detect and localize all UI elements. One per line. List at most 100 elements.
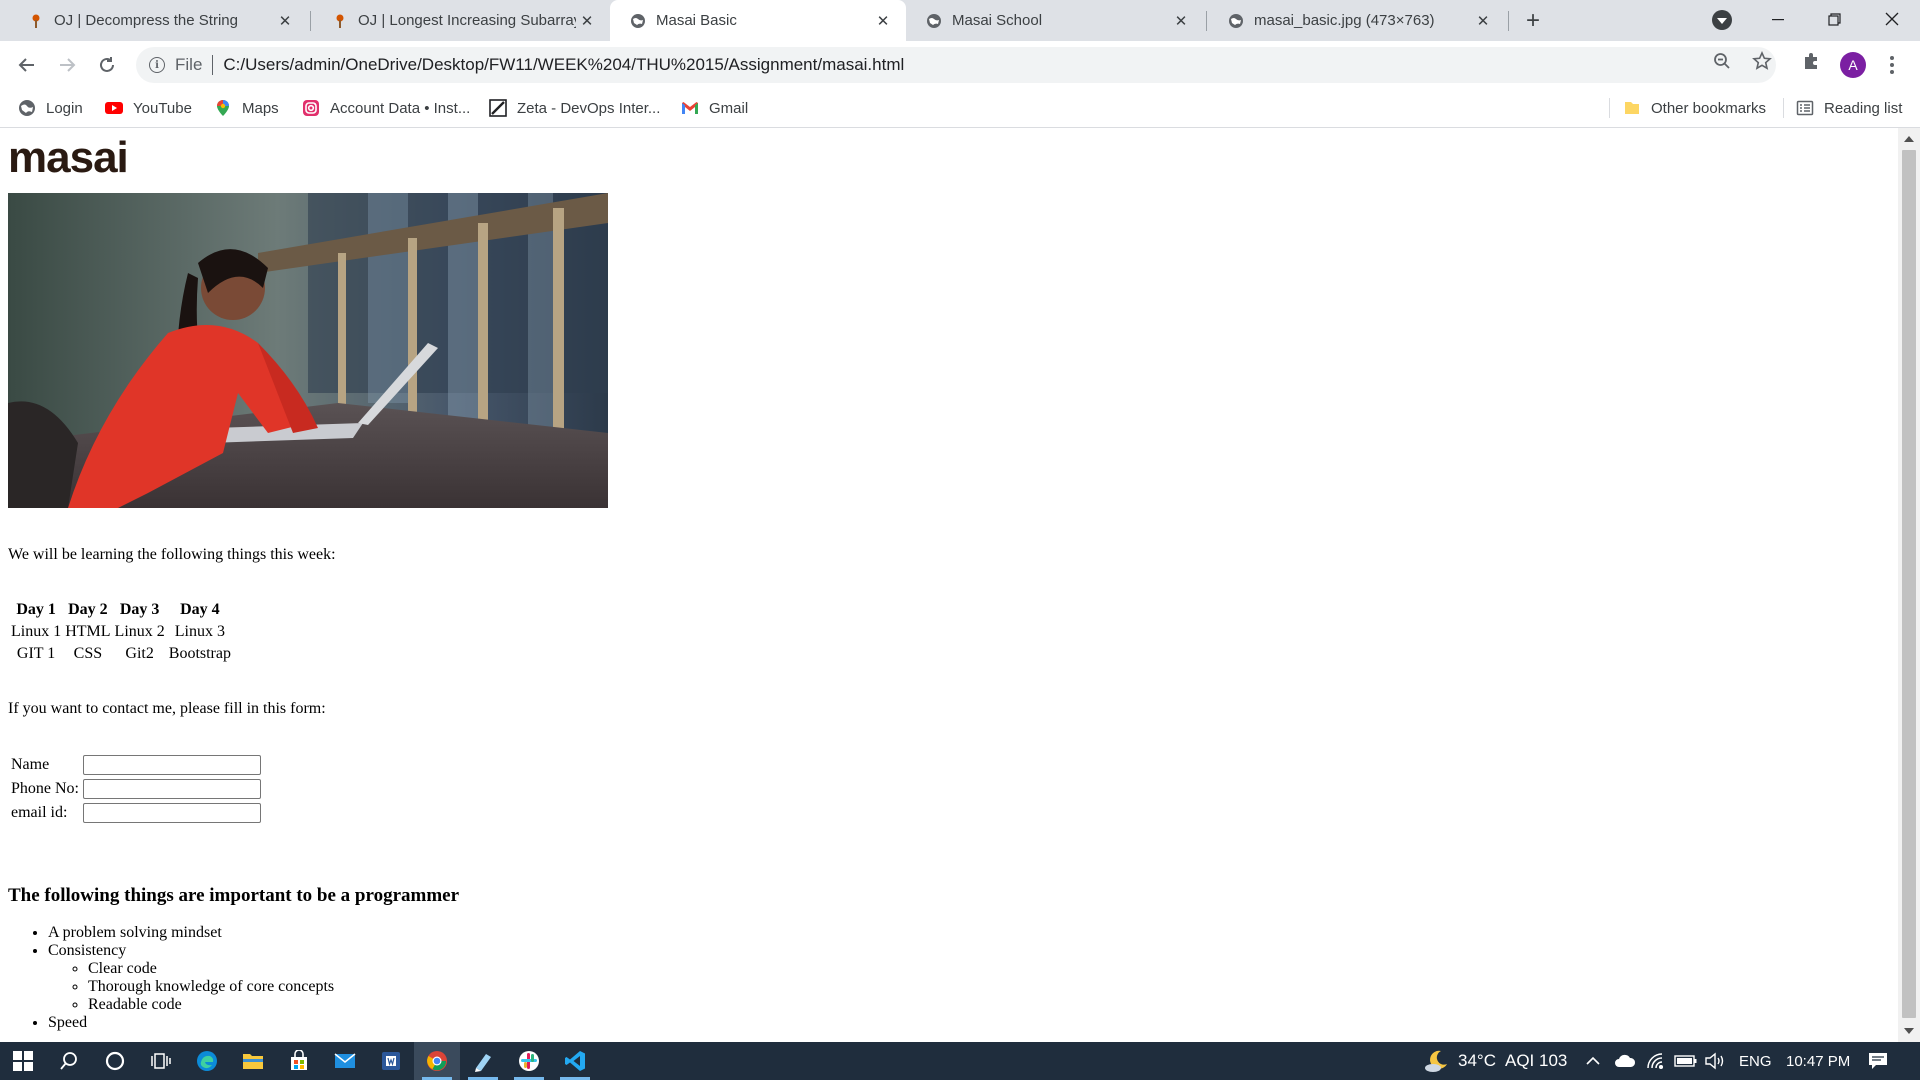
nested-list-item: Thorough knowledge of core concepts (88, 978, 334, 996)
tab-masai-basic[interactable]: Masai Basic ✕ (610, 0, 906, 41)
url-text[interactable]: C:/Users/admin/OneDrive/Desktop/FW11/WEE… (223, 55, 904, 75)
back-arrow-icon[interactable] (11, 49, 43, 81)
bookmarks-separator (1609, 98, 1610, 118)
bookmark-star-icon[interactable] (1751, 50, 1773, 72)
gmail-icon (682, 102, 698, 114)
bookmark-youtube[interactable]: YouTube (105, 97, 192, 119)
mail-icon[interactable] (322, 1042, 368, 1080)
tab-masai-basic-jpg[interactable]: masai_basic.jpg (473×763) ✕ (1208, 0, 1506, 41)
chrome-taskbar-icon[interactable] (414, 1042, 460, 1080)
weather-widget[interactable]: 34°C AQI 103 (1424, 1042, 1567, 1080)
tab-title: OJ | Longest Increasing Subarray (358, 12, 576, 29)
menu-kebab-icon[interactable] (1882, 51, 1902, 79)
task-view-icon[interactable] (138, 1042, 184, 1080)
tab-title: masai_basic.jpg (473×763) (1254, 12, 1435, 29)
vertical-scrollbar[interactable] (1898, 128, 1920, 1042)
bookmark-zeta-devops[interactable]: Zeta - DevOps Inter... (489, 97, 660, 119)
tab-decompress-string[interactable]: OJ | Decompress the String ✕ (8, 0, 308, 41)
reload-icon[interactable] (91, 49, 123, 81)
nested-list-item: Readable code (88, 996, 334, 1014)
cortana-icon[interactable] (92, 1042, 138, 1080)
list-item: A problem solving mindset (48, 924, 334, 942)
tab-masai-school[interactable]: Masai School ✕ (906, 0, 1204, 41)
folder-icon (1625, 102, 1639, 114)
close-window-icon[interactable] (1864, 0, 1920, 38)
scrollbar-thumb[interactable] (1902, 150, 1916, 1018)
name-label: Name (11, 756, 50, 773)
profile-avatar[interactable]: A (1840, 52, 1866, 78)
youtube-icon (105, 102, 123, 114)
page-viewport: masai We will be learning the following … (0, 128, 1898, 1042)
onedrive-cloud-icon[interactable] (1614, 1042, 1636, 1080)
table-cell: Git2 (125, 645, 154, 662)
file-explorer-icon[interactable] (230, 1042, 276, 1080)
vscode-icon[interactable] (552, 1042, 598, 1080)
table-cell: CSS (73, 645, 103, 662)
forward-arrow-icon[interactable] (51, 49, 83, 81)
scroll-down-arrow-icon[interactable] (1904, 1028, 1914, 1034)
word-editor-icon[interactable] (368, 1042, 414, 1080)
extensions-puzzle-icon[interactable] (1800, 50, 1822, 72)
bookmark-maps[interactable]: Maps (214, 97, 279, 119)
aqi-text: AQI 103 (1504, 1051, 1568, 1070)
show-hidden-icons-chevron-icon[interactable] (1586, 1042, 1600, 1080)
table-header-cell: Day 3 (119, 601, 160, 618)
other-bookmarks-folder[interactable]: Other bookmarks (1623, 97, 1766, 119)
list-item: Consistency Clear code Thorough knowledg… (48, 942, 334, 1014)
name-input[interactable] (83, 755, 261, 775)
tab-close-icon[interactable]: ✕ (274, 10, 296, 32)
address-bar[interactable]: i File C:/Users/admin/OneDrive/Desktop/F… (136, 47, 1776, 83)
minimize-icon[interactable] (1750, 0, 1806, 38)
battery-icon[interactable] (1674, 1042, 1698, 1080)
tab-close-icon[interactable]: ✕ (576, 10, 598, 32)
email-input[interactable] (83, 803, 261, 823)
bookmark-gmail[interactable]: Gmail (681, 97, 748, 119)
notifications-icon[interactable] (1868, 1042, 1888, 1080)
new-tab-plus-icon[interactable]: + (1520, 7, 1546, 34)
clock-time[interactable]: 10:47 PM (1786, 1042, 1850, 1080)
microsoft-store-icon[interactable] (276, 1042, 322, 1080)
slack-icon[interactable] (506, 1042, 552, 1080)
bookmark-login[interactable]: Login (18, 97, 83, 119)
globe-favicon-icon (1229, 13, 1243, 28)
maps-pin-icon (217, 100, 229, 116)
bookmark-label: YouTube (133, 99, 192, 117)
tab-separator (310, 11, 311, 31)
nested-list: Clear code Thorough knowledge of core co… (48, 960, 334, 1014)
reading-list-label: Reading list (1824, 99, 1903, 117)
volume-icon[interactable] (1704, 1042, 1726, 1080)
bookmark-account-data-instagram[interactable]: Account Data • Inst... (302, 97, 470, 119)
table-cell: Linux 2 (114, 623, 165, 640)
notepad-icon[interactable] (460, 1042, 506, 1080)
table-row: GIT 1 CSS Git2 Bootstrap (10, 644, 232, 664)
table-cell: Linux 3 (174, 623, 225, 640)
pin-favicon-icon (32, 14, 40, 28)
windows-start-icon[interactable] (0, 1042, 46, 1080)
phone-input[interactable] (83, 779, 261, 799)
wifi-icon[interactable] (1646, 1042, 1666, 1080)
table-header-cell: Day 4 (180, 601, 220, 618)
table-header-cell: Day 2 (68, 601, 108, 618)
tab-separator (1206, 11, 1207, 31)
scroll-up-arrow-icon[interactable] (1904, 136, 1914, 142)
restore-icon[interactable] (1806, 0, 1862, 38)
table-cell: Linux 1 (11, 623, 62, 640)
tab-close-icon[interactable]: ✕ (872, 10, 894, 32)
zoom-magnifier-icon[interactable] (1711, 50, 1733, 72)
reading-list-button[interactable]: Reading list (1796, 97, 1902, 119)
language-indicator[interactable]: ENG (1739, 1042, 1772, 1080)
info-icon[interactable]: i (149, 57, 165, 73)
tab-search-icon[interactable] (1712, 10, 1732, 30)
tab-close-icon[interactable]: ✕ (1472, 10, 1494, 32)
temperature-text: 34°C (1458, 1051, 1496, 1070)
edge-browser-icon[interactable] (184, 1042, 230, 1080)
bookmarks-bar: Login YouTube Maps Account Data • Inst..… (0, 89, 1920, 128)
tab-close-icon[interactable]: ✕ (1170, 10, 1192, 32)
scheme-label: File (175, 55, 203, 74)
tab-longest-subarray[interactable]: OJ | Longest Increasing Subarray ✕ (312, 0, 610, 41)
nested-list-item: Clear code (88, 960, 334, 978)
search-icon[interactable] (46, 1042, 92, 1080)
zeta-icon (489, 99, 507, 117)
phone-label: Phone No: (11, 780, 79, 797)
masai-logo: masai (8, 133, 129, 182)
